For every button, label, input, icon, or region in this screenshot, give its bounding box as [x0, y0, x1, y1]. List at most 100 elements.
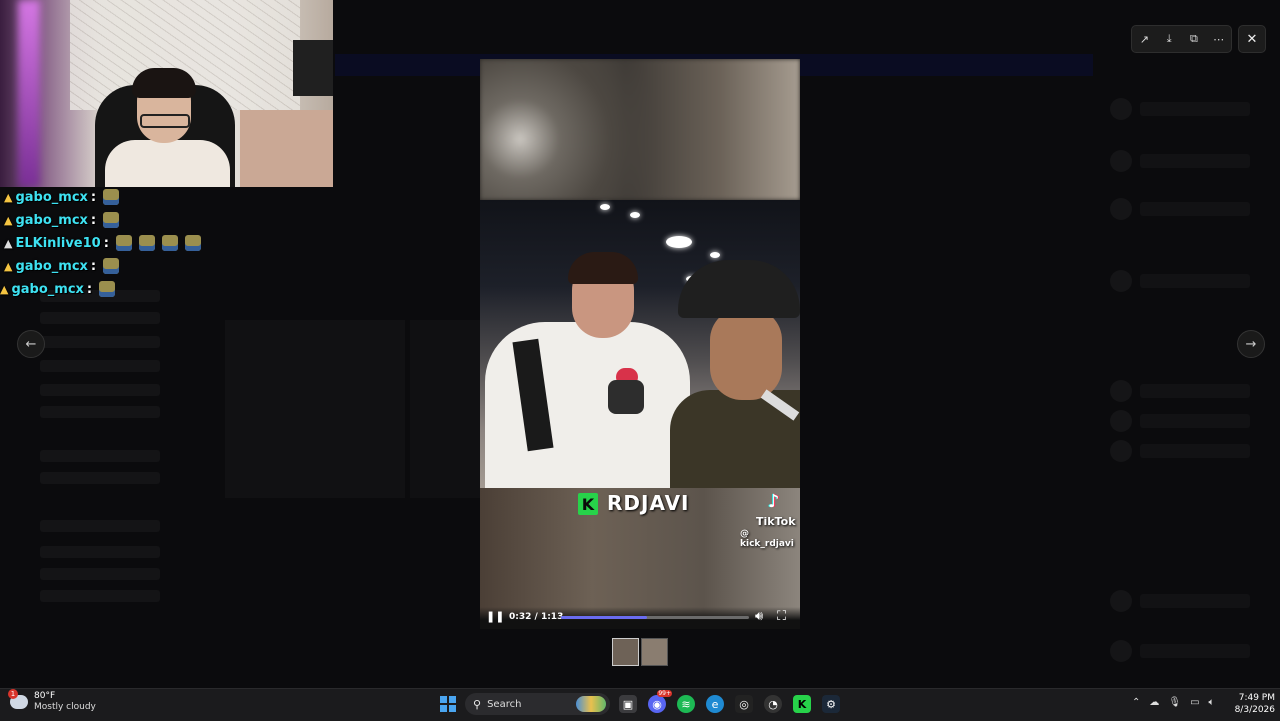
- arrow-right-icon[interactable]: →: [1237, 330, 1265, 358]
- person-face: [710, 308, 782, 400]
- weather-condition: Mostly cloudy: [34, 702, 96, 712]
- download-icon[interactable]: ⤓: [1159, 29, 1179, 49]
- list-item: [1140, 384, 1250, 398]
- app-icon[interactable]: ◔: [764, 695, 782, 713]
- chat-username: gabo_mcx: [15, 189, 88, 205]
- avatar: [1110, 380, 1132, 402]
- fullscreen-icon[interactable]: ⛶: [777, 609, 786, 624]
- neon-light: [18, 0, 40, 187]
- microphone-icon[interactable]: 🎙︎: [1168, 697, 1181, 708]
- emote-icon: [161, 235, 178, 251]
- video-blur-top: [480, 59, 800, 200]
- badge-icon: ▲: [4, 213, 13, 227]
- cloud-sync-icon[interactable]: ☁: [1149, 697, 1159, 708]
- clock[interactable]: 7:49 PM 8/3/2026: [1225, 692, 1275, 716]
- list-item: [40, 472, 160, 484]
- avatar: [1110, 590, 1132, 612]
- windows-start-icon[interactable]: [440, 696, 456, 712]
- video-time: 0:32 / 1:13: [509, 612, 564, 622]
- webcam-overlay: [0, 0, 333, 187]
- chat-message: ▲ gabo_mcx :: [4, 210, 120, 230]
- tiktok-icon: ♪: [768, 491, 780, 512]
- chat-message: ▲ gabo_mcx :: [4, 187, 120, 207]
- thumbnail-2[interactable]: [641, 638, 668, 666]
- list-item: [40, 406, 160, 418]
- person-hair: [568, 252, 638, 284]
- badge-icon: ▲: [0, 282, 9, 296]
- close-icon[interactable]: ✕: [1238, 25, 1266, 53]
- list-item: [1140, 102, 1250, 116]
- video-controls: ❚❚ 0:32 / 1:13 🔊︎ ⛶: [480, 607, 800, 629]
- background-embed: [225, 320, 405, 498]
- avatar: [1110, 198, 1132, 220]
- platform-label: TikTok: [756, 515, 796, 528]
- avatar: [1110, 270, 1132, 292]
- discord-icon[interactable]: 99+ ◉: [648, 690, 672, 713]
- emote-icon: [184, 235, 201, 251]
- list-item: [1140, 444, 1250, 458]
- chat-message: ▲ ELKinlive10 :: [4, 233, 201, 253]
- speaker-icon[interactable]: 🔈︎: [1209, 697, 1215, 708]
- pause-icon[interactable]: ❚❚: [486, 610, 504, 626]
- system-tray: ⌃ ☁ 🎙︎ ▭ 🔈︎: [1132, 697, 1215, 708]
- search-box[interactable]: ⚲ Search: [465, 693, 610, 715]
- obs-icon[interactable]: ◎: [735, 695, 753, 713]
- avatar: [1110, 410, 1132, 432]
- list-item: [40, 450, 160, 462]
- spotify-icon[interactable]: ≋: [677, 695, 695, 713]
- notification-badge: 1: [8, 689, 18, 699]
- chevron-up-icon[interactable]: ⌃: [1132, 697, 1140, 708]
- chat-separator: :: [86, 281, 93, 297]
- list-item: [40, 520, 160, 532]
- thumbnail-1[interactable]: [612, 638, 639, 666]
- emote-icon: [99, 281, 116, 297]
- open-external-icon[interactable]: ⧉: [1184, 29, 1204, 49]
- steam-icon[interactable]: ⚙: [822, 695, 840, 713]
- avatar: [1110, 150, 1132, 172]
- taskbar: [0, 688, 1280, 721]
- volume-icon[interactable]: 🔊︎: [755, 609, 763, 624]
- ceiling-light: [630, 212, 640, 218]
- bed: [240, 110, 333, 187]
- chat-username: gabo_mcx: [15, 212, 88, 228]
- seek-bar[interactable]: [561, 616, 749, 619]
- weather-widget[interactable]: 1 80°F Mostly cloudy: [8, 689, 96, 713]
- arrow-left-icon[interactable]: ←: [17, 330, 45, 358]
- background-embed: [410, 320, 480, 498]
- more-icon[interactable]: ⋯: [1209, 29, 1229, 49]
- list-item: [1140, 154, 1250, 168]
- list-item: [1140, 594, 1250, 608]
- chat-separator: :: [103, 235, 109, 251]
- emote-icon: [115, 235, 132, 251]
- chat-separator: :: [90, 212, 97, 228]
- list-item: [40, 590, 160, 602]
- search-highlight-art: [576, 696, 606, 712]
- list-item: [1140, 644, 1250, 658]
- list-item: [1140, 202, 1250, 216]
- clock-time: 7:49 PM: [1238, 693, 1275, 703]
- chat-username: ELKinlive10: [15, 235, 101, 251]
- search-label: Search: [487, 698, 522, 710]
- background-member-list: [1110, 70, 1280, 670]
- glasses: [140, 114, 190, 128]
- share-icon[interactable]: ↗: [1134, 29, 1154, 49]
- platform-handle: @ kick_rdjavi: [740, 529, 794, 549]
- kick-app-icon[interactable]: K: [793, 695, 811, 713]
- list-item: [40, 546, 160, 558]
- edge-icon[interactable]: e: [706, 695, 724, 713]
- chat-message: ▲ gabo_mcx :: [0, 279, 116, 299]
- network-icon[interactable]: ▭: [1190, 697, 1199, 708]
- seek-progress: [561, 616, 648, 619]
- task-view-icon[interactable]: ▣: [619, 695, 637, 713]
- discord-badge: 99+: [657, 690, 672, 697]
- search-icon: ⚲: [473, 697, 482, 711]
- avatar: [1110, 440, 1132, 462]
- video-player[interactable]: K RDJAVI ♪ TikTok @ kick_rdjavi ❚❚ 0:32 …: [480, 59, 800, 629]
- ceiling-light: [710, 252, 720, 258]
- list-item: [40, 360, 160, 372]
- emote-icon: [138, 235, 155, 251]
- attachment-thumbnails: [612, 638, 668, 666]
- list-item: [40, 336, 160, 348]
- clock-date: 8/3/2026: [1234, 705, 1275, 715]
- list-item: [40, 568, 160, 580]
